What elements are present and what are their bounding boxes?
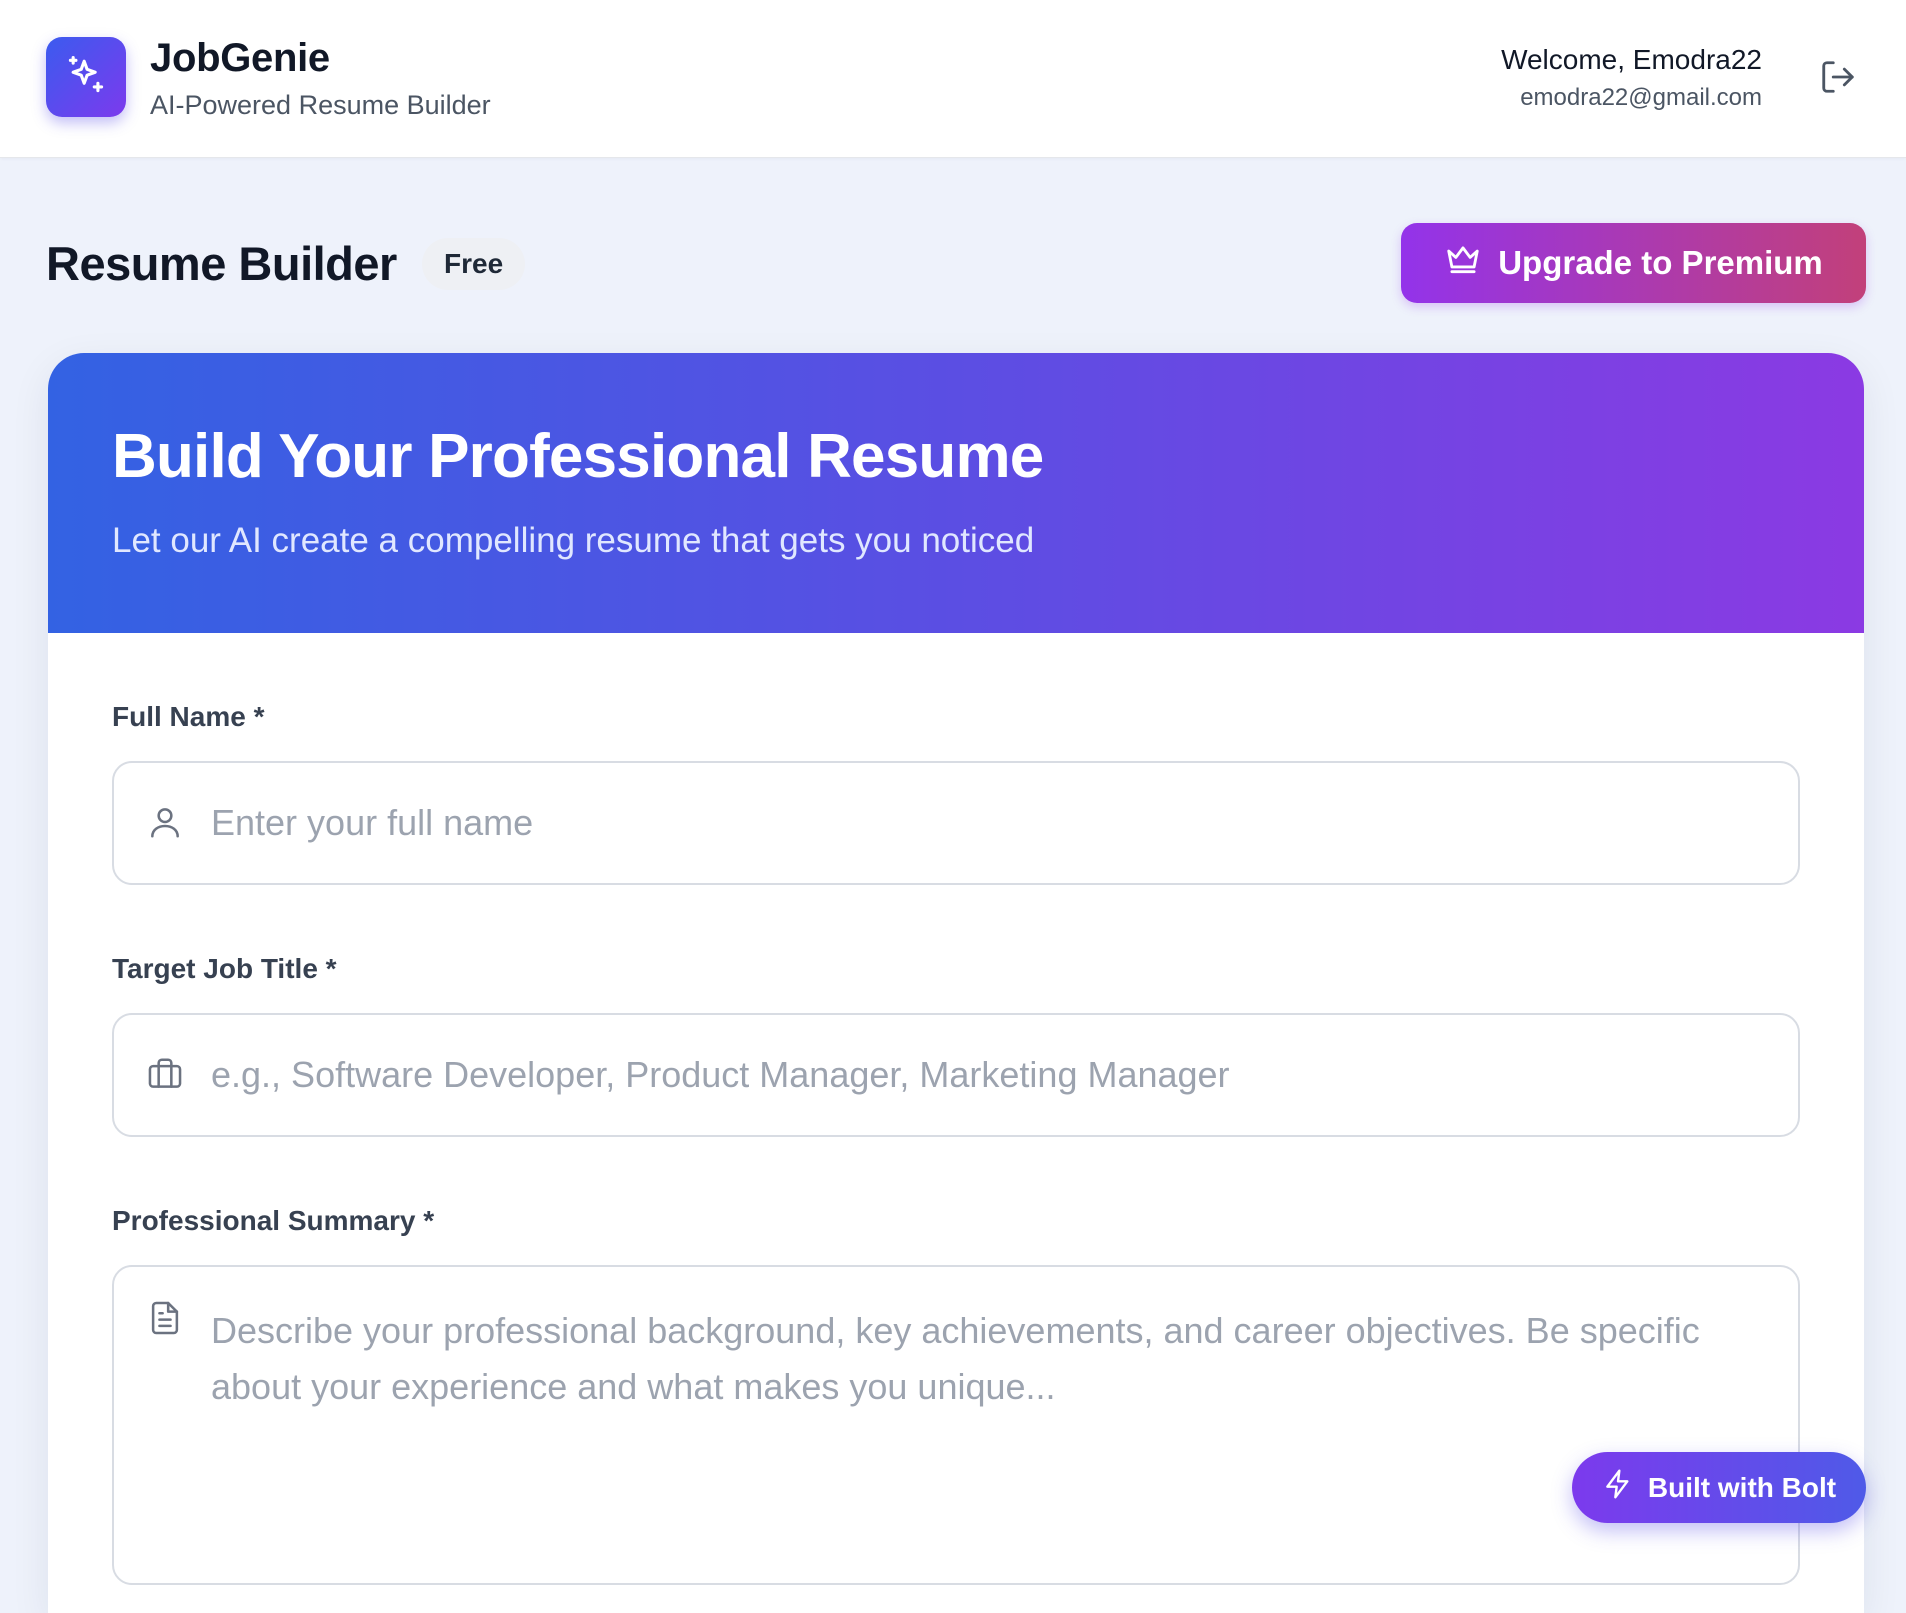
app-header: JobGenie AI-Powered Resume Builder Welco…: [0, 0, 1906, 158]
welcome-text: Welcome, Emodra22: [1501, 44, 1762, 75]
hero-title: Build Your Professional Resume: [112, 422, 1044, 491]
sparkles-icon: [64, 53, 108, 102]
resume-form-card: Build Your Professional Resume Let our A…: [48, 353, 1864, 1613]
hero-banner: Build Your Professional Resume Let our A…: [48, 353, 1864, 633]
brand-name: JobGenie: [150, 36, 330, 80]
upgrade-label: Upgrade to Premium: [1498, 244, 1823, 281]
document-icon: [146, 1299, 184, 1337]
summary-label: Professional Summary *: [112, 1205, 435, 1236]
lightning-icon: [1602, 1468, 1634, 1507]
full-name-input[interactable]: [211, 763, 1768, 883]
bolt-badge-label: Built with Bolt: [1647, 1471, 1837, 1503]
job-title-label: Target Job Title *: [112, 953, 337, 984]
built-with-bolt-badge[interactable]: Built with Bolt: [1572, 1452, 1866, 1523]
job-title-field[interactable]: [112, 1013, 1800, 1137]
upgrade-to-premium-button[interactable]: Upgrade to Premium: [1401, 223, 1866, 303]
user-email: emodra22@gmail.com: [1520, 84, 1762, 111]
full-name-label: Full Name *: [112, 701, 265, 732]
page-title: Resume Builder: [46, 237, 397, 290]
briefcase-icon: [146, 1055, 184, 1093]
user-icon: [146, 803, 184, 841]
summary-field[interactable]: [112, 1265, 1800, 1585]
log-out-icon: [1819, 58, 1857, 99]
summary-textarea[interactable]: [211, 1303, 1768, 1563]
plan-badge: Free: [422, 238, 526, 290]
job-title-input[interactable]: [211, 1015, 1768, 1135]
hero-subtitle: Let our AI create a compelling resume th…: [112, 521, 1035, 560]
brand-tagline: AI-Powered Resume Builder: [150, 90, 491, 120]
crown-icon: [1444, 240, 1482, 286]
logout-button[interactable]: [1814, 54, 1862, 102]
full-name-field[interactable]: [112, 761, 1800, 885]
app-logo[interactable]: [46, 37, 126, 117]
